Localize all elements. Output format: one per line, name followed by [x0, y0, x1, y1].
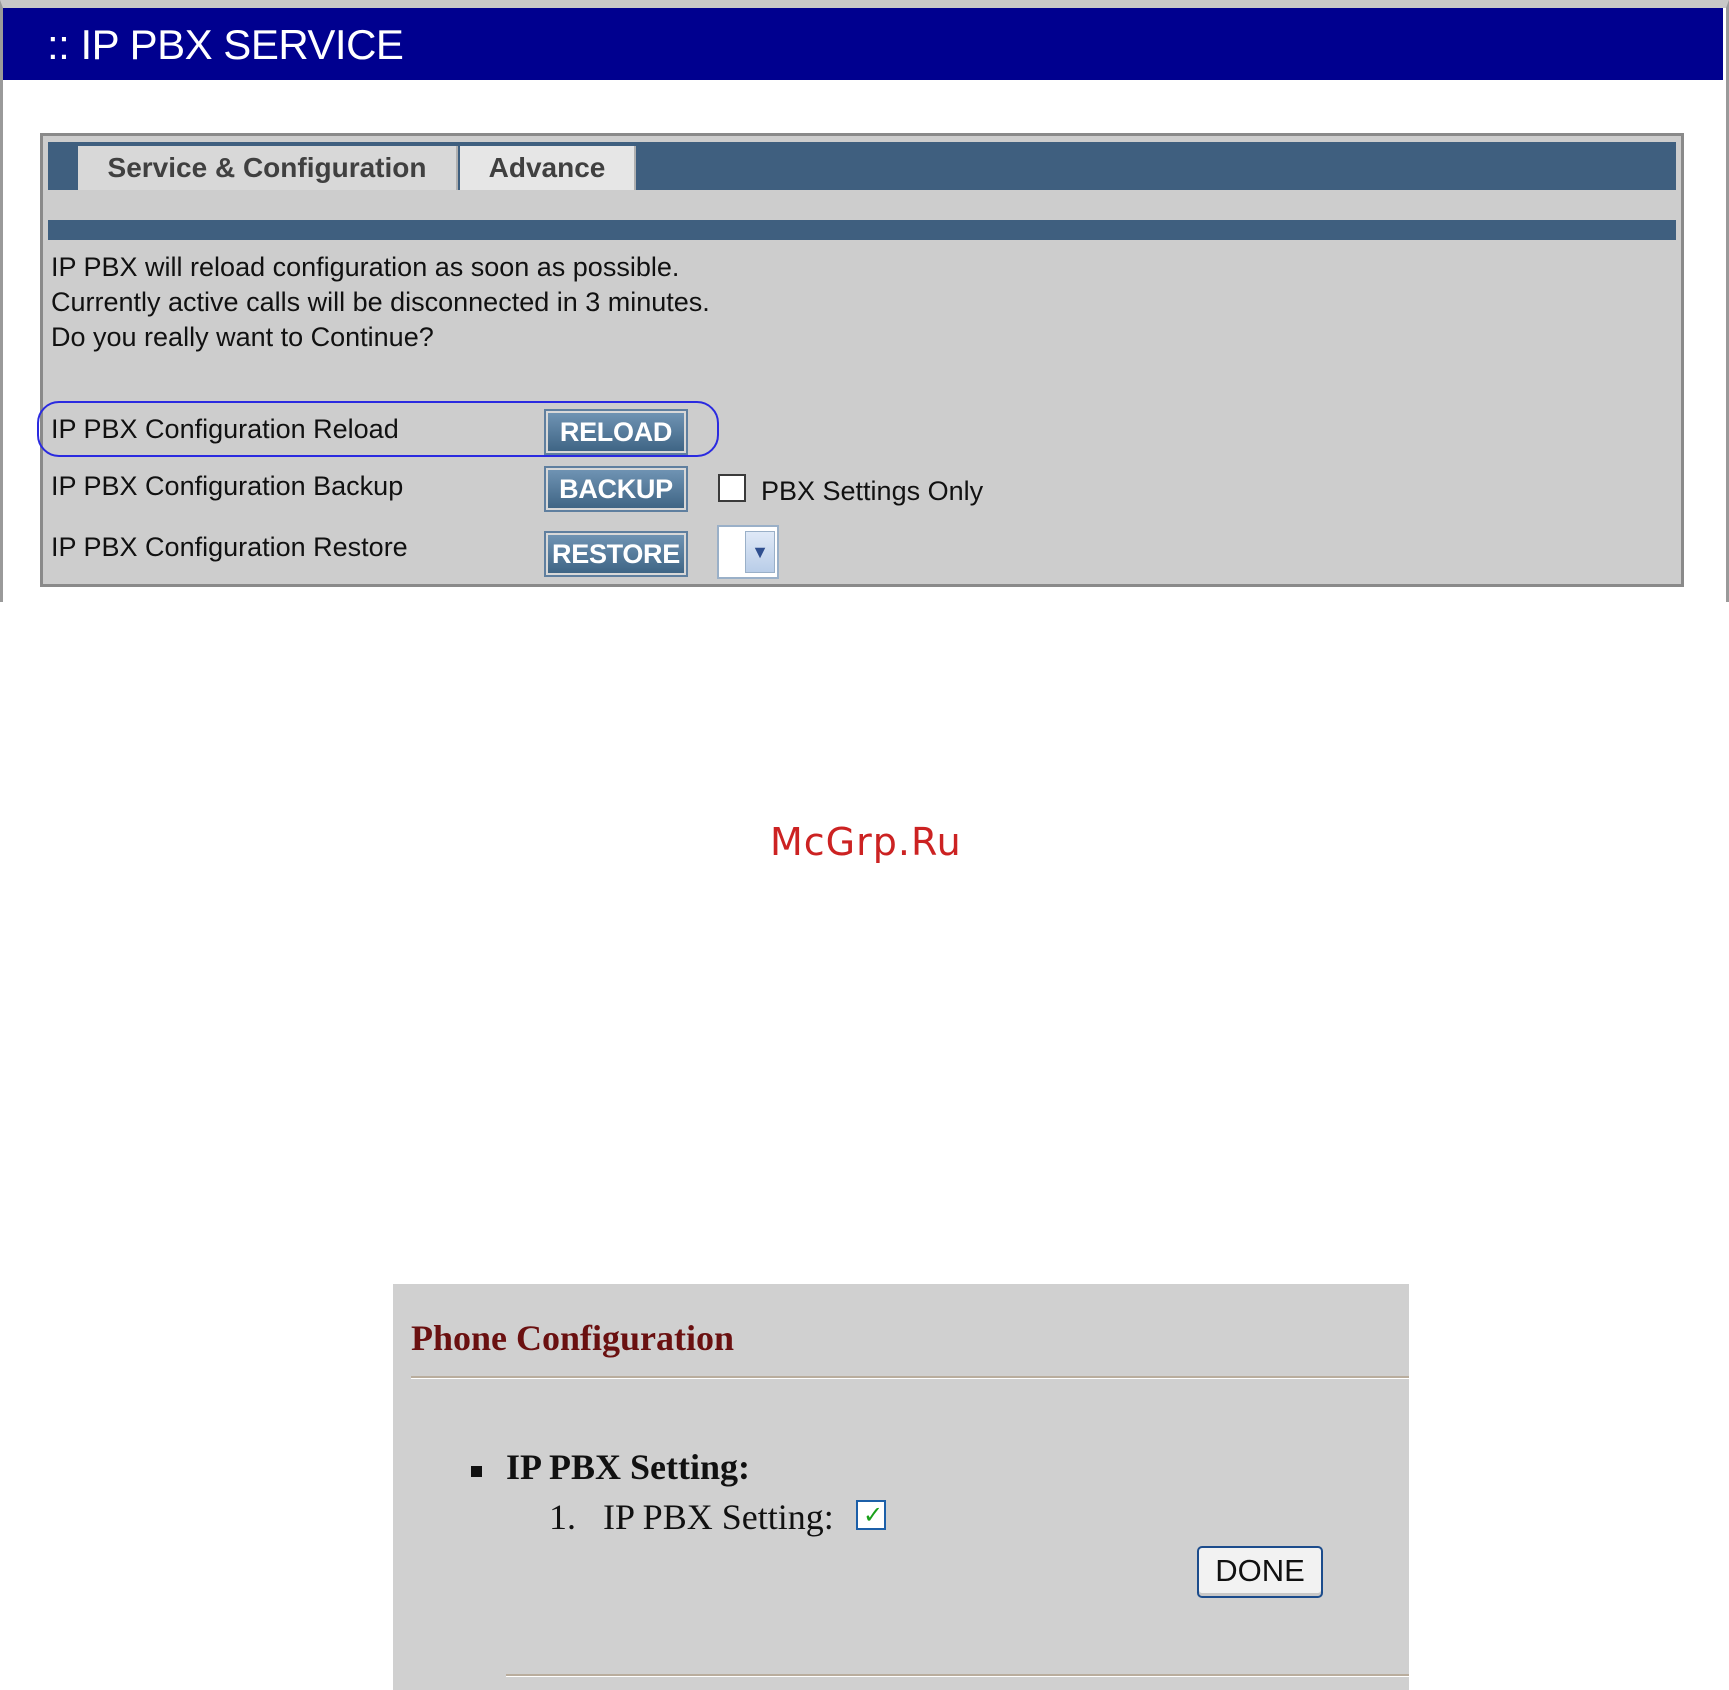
reload-notice-line-1: IP PBX will reload configuration as soon… [51, 252, 680, 282]
restore-label: IP PBX Configuration Restore [51, 532, 408, 562]
phone-configuration-screenshot: Phone Configuration IP PBX Setting: 1. I… [393, 1284, 1409, 1690]
pbx-settings-only-checkbox[interactable] [718, 474, 746, 502]
ip-pbx-setting-heading: IP PBX Setting: [506, 1447, 751, 1487]
tab-service-configuration[interactable]: Service & Configuration [78, 146, 458, 190]
bottom-divider [506, 1674, 1409, 1677]
chevron-down-icon[interactable]: ▼ [745, 531, 775, 573]
confirm-question: Do you really want to Continue? [51, 322, 434, 352]
checkmark-icon: ✓ [863, 1501, 884, 1529]
tab-advance[interactable]: Advance [460, 146, 636, 190]
section-divider [48, 220, 1676, 240]
tab-bar: Service & Configuration Advance [48, 142, 1676, 190]
title-bar: :: IP PBX SERVICE [3, 8, 1723, 80]
reload-label: IP PBX Configuration Reload [51, 414, 399, 444]
bullet-icon [471, 1466, 482, 1477]
restore-file-select[interactable]: ▼ [717, 525, 779, 579]
reload-button[interactable]: RELOAD [546, 411, 686, 453]
item-number: 1. [549, 1497, 576, 1537]
ip-pbx-setting-checkbox[interactable]: ✓ [856, 1500, 886, 1530]
restore-button[interactable]: RESTORE [546, 533, 686, 575]
done-button[interactable]: DONE [1197, 1546, 1323, 1598]
backup-button[interactable]: BACKUP [546, 468, 686, 510]
page-title: :: IP PBX SERVICE [47, 21, 404, 68]
ip-pbx-setting-label: IP PBX Setting: [603, 1497, 834, 1537]
title-divider [411, 1376, 1409, 1379]
watermark: McGrp.Ru [770, 820, 962, 864]
backup-label: IP PBX Configuration Backup [51, 471, 404, 501]
service-panel: Service & Configuration Advance IP PBX w… [37, 133, 1684, 587]
phone-configuration-title: Phone Configuration [411, 1318, 735, 1358]
ip-pbx-service-screenshot: :: IP PBX SERVICE Service & Configuratio… [0, 0, 1729, 602]
pbx-settings-only-label: PBX Settings Only [761, 476, 984, 506]
reload-notice-line-2: Currently active calls will be disconnec… [51, 287, 710, 317]
